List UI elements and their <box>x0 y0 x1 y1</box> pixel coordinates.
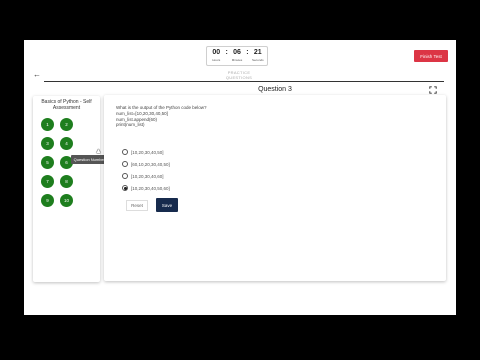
question-dot-10[interactable]: 10 <box>60 194 73 207</box>
question-text: What is the output of the Python code be… <box>116 105 207 128</box>
question-content: Question 3 What is the output of the Pyt… <box>104 40 446 315</box>
question-dot-2[interactable]: 2 <box>60 118 73 131</box>
reset-button[interactable]: Reset <box>126 200 148 211</box>
mouse-cursor-icon: ▲ <box>95 148 102 155</box>
option-label: [10,20,30,40,50] <box>131 149 164 155</box>
radio-button-selected[interactable] <box>122 185 128 191</box>
arrow-left-icon[interactable]: ← <box>33 71 41 79</box>
question-line: What is the output of the Python code be… <box>116 105 207 110</box>
answer-option-4[interactable]: [10,20,30,40,50,60] <box>122 185 170 191</box>
save-button[interactable]: Save <box>156 198 178 212</box>
option-label: [60,10,20,30,40,50] <box>131 161 170 167</box>
question-navigator: Basics of Python - Self Assessment 1 2 3… <box>33 96 100 282</box>
option-label: [10,20,30,40,60] <box>131 173 164 179</box>
question-dot-1[interactable]: 1 <box>41 118 54 131</box>
question-title: Question 3 <box>258 86 292 93</box>
assessment-title: Basics of Python - Self Assessment <box>41 99 92 111</box>
question-dot-3[interactable]: 3 <box>41 137 54 150</box>
question-dot-7[interactable]: 7 <box>41 175 54 188</box>
question-dot-5[interactable]: 5 <box>41 156 54 169</box>
radio-button[interactable] <box>122 161 128 167</box>
radio-button[interactable] <box>122 173 128 179</box>
question-dot-9[interactable]: 9 <box>41 194 54 207</box>
option-label: [10,20,30,40,50,60] <box>131 185 170 191</box>
app-screen: 00 Hours : 06 Minutes : 21 Seconds Finis… <box>24 40 456 315</box>
expand-icon[interactable] <box>429 86 437 94</box>
question-dot-4[interactable]: 4 <box>60 137 73 150</box>
answer-option-1[interactable]: [10,20,30,40,50] <box>122 149 164 155</box>
answer-option-3[interactable]: [10,20,30,40,60] <box>122 173 164 179</box>
code-line: print(num_list) <box>116 122 145 128</box>
question-dot-8[interactable]: 8 <box>60 175 73 188</box>
answer-option-2[interactable]: [60,10,20,30,40,50] <box>122 161 170 167</box>
radio-button[interactable] <box>122 149 128 155</box>
